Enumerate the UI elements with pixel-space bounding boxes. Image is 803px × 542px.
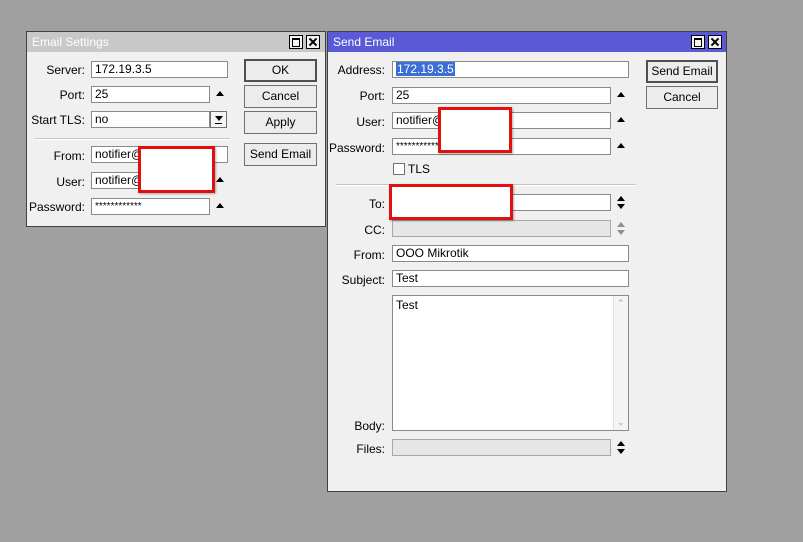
password-label: Password:: [28, 200, 85, 214]
cc-label: CC:: [364, 223, 385, 237]
files-up-arrow-icon[interactable]: [617, 441, 625, 446]
tls-label: TLS: [408, 162, 431, 176]
body-text: Test: [396, 298, 419, 312]
send-email-button[interactable]: Send Email: [646, 60, 718, 83]
body-label: Body:: [354, 419, 385, 433]
user-label: User:: [56, 175, 85, 189]
maximize-icon[interactable]: [289, 35, 303, 49]
to-down-arrow-icon[interactable]: [617, 204, 625, 209]
port-field[interactable]: 25: [91, 86, 210, 103]
user-label: User:: [356, 115, 385, 129]
send-email-window: Send Email Address: 172.19.3.5 Port: 25 …: [327, 31, 727, 492]
password-label: Password:: [328, 141, 385, 155]
to-up-arrow-icon[interactable]: [617, 196, 625, 201]
port-field[interactable]: 25: [392, 87, 611, 104]
chevron-down-icon: [215, 116, 223, 121]
address-value: 172.19.3.5: [396, 62, 455, 76]
from-label: From:: [53, 149, 85, 163]
ok-button[interactable]: OK: [244, 59, 317, 82]
window-title: Send Email: [333, 35, 395, 49]
files-field[interactable]: [392, 439, 611, 456]
close-icon[interactable]: [306, 35, 320, 49]
body-scrollbar[interactable]: ⌃ ⌄: [613, 296, 628, 430]
user-up-arrow-icon[interactable]: [216, 177, 224, 182]
to-label: To:: [368, 197, 385, 211]
subject-field[interactable]: Test: [392, 270, 629, 287]
send-email-titlebar[interactable]: Send Email: [328, 32, 726, 52]
separator: [35, 138, 230, 140]
tls-checkbox[interactable]: [393, 163, 405, 175]
redaction-box: [438, 107, 512, 153]
apply-button[interactable]: Apply: [244, 111, 317, 134]
address-field[interactable]: 172.19.3.5: [392, 61, 629, 78]
underline-mark: [215, 123, 222, 124]
send-email-button[interactable]: Send Email: [244, 143, 317, 166]
password-up-arrow-icon[interactable]: [216, 203, 224, 208]
window-title: Email Settings: [32, 35, 109, 49]
subject-label: Subject:: [341, 273, 385, 287]
port-up-arrow-icon[interactable]: [617, 92, 625, 97]
cancel-button[interactable]: Cancel: [646, 86, 718, 109]
port-label: Port:: [359, 89, 385, 103]
from-field[interactable]: OOO Mikrotik: [392, 245, 629, 262]
cancel-button[interactable]: Cancel: [244, 85, 317, 108]
port-up-arrow-icon[interactable]: [216, 91, 224, 96]
files-down-arrow-icon[interactable]: [617, 449, 625, 454]
body-textarea[interactable]: Test ⌃ ⌄: [392, 295, 629, 431]
start-tls-select[interactable]: no: [91, 111, 210, 128]
scroll-up-chevron-icon[interactable]: ⌃: [617, 299, 625, 308]
scroll-down-chevron-icon[interactable]: ⌄: [617, 418, 625, 427]
password-field[interactable]: ************: [91, 198, 210, 215]
files-label: Files:: [356, 442, 385, 456]
cc-up-arrow-icon[interactable]: [617, 222, 625, 227]
redaction-box: [389, 184, 513, 220]
from-label: From:: [353, 248, 385, 262]
server-field[interactable]: 172.19.3.5: [91, 61, 228, 78]
address-label: Address:: [337, 63, 385, 77]
close-icon[interactable]: [708, 35, 722, 49]
email-settings-window: Email Settings Server: 172.19.3.5 Port: …: [26, 31, 326, 227]
maximize-icon[interactable]: [691, 35, 705, 49]
cc-down-arrow-icon[interactable]: [617, 230, 625, 235]
start-tls-dropdown-button[interactable]: [210, 111, 227, 128]
server-label: Server:: [46, 63, 85, 77]
start-tls-label: Start TLS:: [31, 113, 85, 127]
port-label: Port:: [59, 88, 85, 102]
redaction-box: [138, 146, 215, 193]
email-settings-titlebar[interactable]: Email Settings: [27, 32, 325, 52]
password-up-arrow-icon[interactable]: [617, 143, 625, 148]
cc-field[interactable]: [392, 220, 611, 237]
user-up-arrow-icon[interactable]: [617, 117, 625, 122]
